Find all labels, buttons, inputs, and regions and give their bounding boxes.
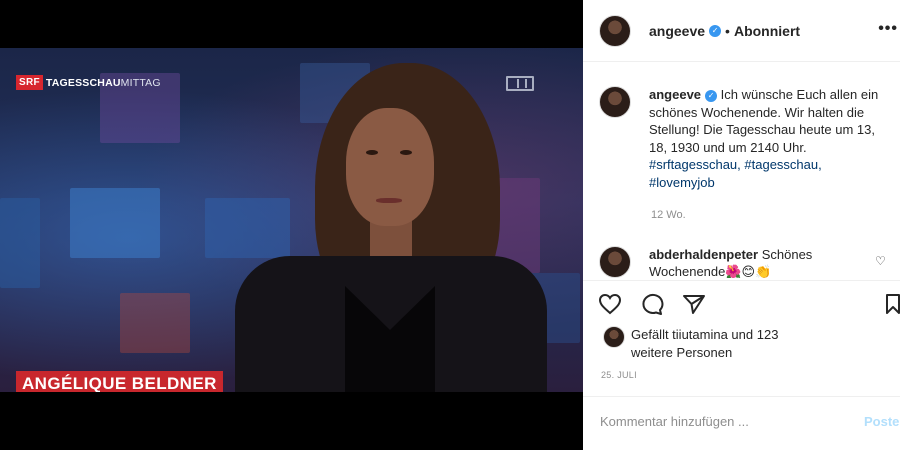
post-sidebar: angeeve ✓ • Abonniert ••• angeeve ✓ Ich w… — [583, 0, 900, 450]
liker-avatar[interactable] — [603, 326, 625, 348]
comment-text: abderhaldenpeter Schönes Wochenende🌺😊👏 — [649, 246, 839, 278]
comment-like-icon[interactable]: ♡ — [875, 254, 886, 268]
send-icon[interactable] — [682, 293, 706, 319]
caption-text: angeeve ✓ Ich wünsche Euch allen ein schö… — [649, 86, 881, 191]
studio-screen — [0, 198, 40, 288]
post-date: 25. JULI — [601, 370, 637, 380]
studio-screen — [70, 188, 160, 258]
name-caption: ANGÉLIQUE BELDNER — [16, 371, 223, 392]
commenter-avatar[interactable] — [599, 246, 631, 278]
comment-icon[interactable] — [640, 293, 664, 319]
presenter-eye — [366, 150, 378, 155]
post-header: angeeve ✓ • Abonniert ••• — [583, 0, 900, 62]
presenter-eye — [400, 150, 412, 155]
srf-logo: SRF TAGESSCHAU MITTAG — [16, 75, 161, 90]
more-options-icon[interactable]: ••• — [878, 20, 898, 38]
video-frame: SRF TAGESSCHAU MITTAG ANGÉLIQUE BELDNER — [0, 48, 583, 392]
logo-brand: SRF — [16, 75, 43, 90]
comment-item: abderhaldenpeter Schönes Wochenende🌺😊👏 — [599, 246, 899, 278]
logo-title: TAGESSCHAU — [45, 76, 121, 89]
post-caption: angeeve ✓ Ich wünsche Euch allen ein schö… — [599, 86, 899, 191]
action-bar — [583, 280, 900, 324]
channel-mark-icon — [506, 76, 534, 91]
comment-bar: Kommentar hinzufügen ... Posten — [583, 396, 900, 450]
author-username[interactable]: angeeve — [649, 23, 705, 39]
presenter-mouth — [376, 198, 402, 203]
author-avatar[interactable] — [599, 14, 631, 47]
studio-screen — [205, 198, 290, 258]
post-button[interactable]: Posten — [864, 414, 900, 429]
follow-status-button[interactable]: Abonniert — [734, 23, 800, 39]
likes-summary: Gefällt tiiutamina und 123 weitere Perso… — [603, 326, 781, 362]
logo-subtitle: MITTAG — [120, 76, 161, 89]
separator-dot: • — [725, 22, 730, 39]
caption-hashtags[interactable]: #srftagesschau, #tagesschau, #lovemyjob — [649, 157, 822, 190]
likes-text[interactable]: Gefällt tiiutamina und 123 weitere Perso… — [631, 326, 781, 362]
commenter-username[interactable]: abderhaldenpeter — [649, 247, 758, 262]
heart-icon[interactable] — [598, 293, 622, 319]
verified-icon: ✓ — [705, 89, 718, 102]
presenter-face — [346, 108, 434, 226]
post-media[interactable]: SRF TAGESSCHAU MITTAG ANGÉLIQUE BELDNER — [0, 0, 583, 450]
caption-username[interactable]: angeeve — [649, 87, 701, 102]
verified-icon: ✓ — [709, 24, 722, 37]
comment-input[interactable]: Kommentar hinzufügen ... — [600, 414, 749, 429]
caption-avatar[interactable] — [599, 86, 631, 118]
caption-age: 12 Wo. — [651, 209, 686, 221]
studio-screen — [120, 293, 190, 353]
bookmark-icon[interactable] — [885, 293, 900, 319]
